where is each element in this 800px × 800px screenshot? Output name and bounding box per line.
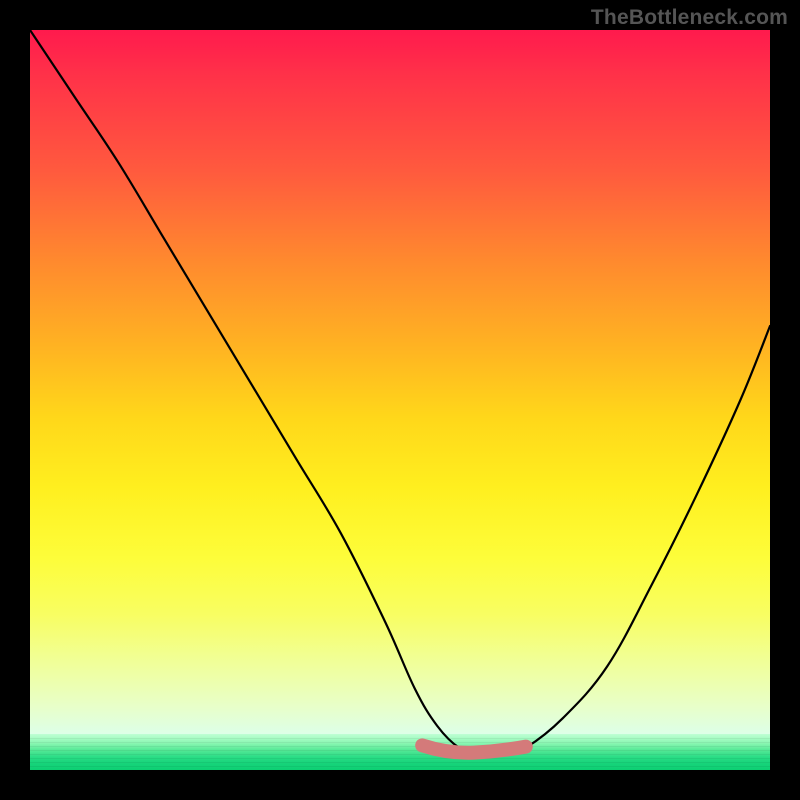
bottleneck-curve: [30, 30, 770, 756]
chart-stage: TheBottleneck.com: [0, 0, 800, 800]
watermark-text: TheBottleneck.com: [591, 6, 788, 30]
curve-layer: [30, 30, 770, 770]
chart-plot-area: [30, 30, 770, 770]
optimal-range-highlight: [422, 745, 526, 752]
